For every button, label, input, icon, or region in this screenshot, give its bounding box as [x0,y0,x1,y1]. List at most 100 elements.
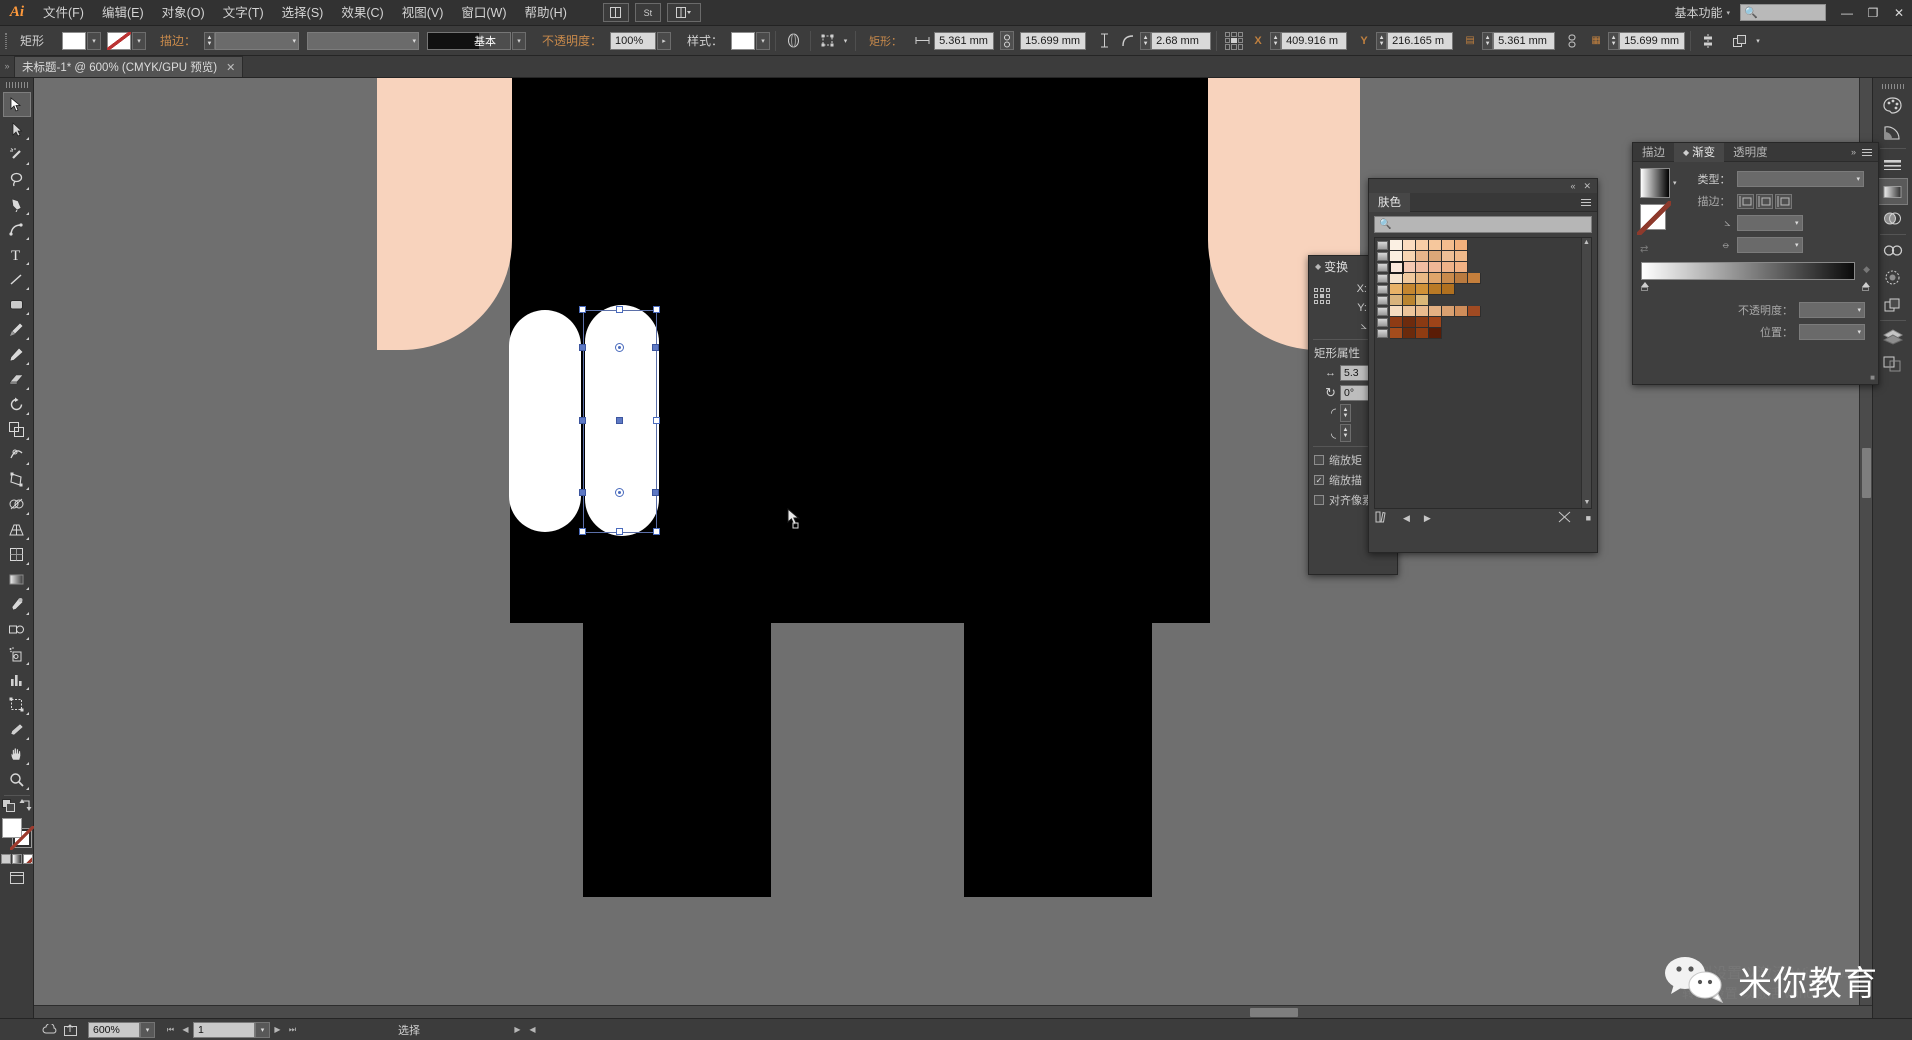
swatch-group-icon[interactable] [1377,307,1388,316]
swatches-scroll-up-icon[interactable]: ▲ [1582,238,1591,248]
swatches-panel-topbar[interactable]: « ✕ [1369,179,1597,193]
swatch-cell[interactable] [1416,295,1429,306]
menu-edit[interactable]: 编辑(E) [93,0,153,26]
opacity-field[interactable]: 100% [610,31,657,50]
corner-radius-widget-bottom[interactable] [615,488,624,497]
status-collapse-icon[interactable]: ◀ [525,1021,540,1039]
gradient-button[interactable] [11,854,22,864]
swatch-cell[interactable] [1390,295,1403,306]
toolbar-grip[interactable] [5,80,28,89]
selection-handle-bm[interactable] [616,528,623,535]
path-anchor-center[interactable] [616,417,623,424]
workspace-caret-icon[interactable]: ▾ [1726,9,1740,17]
stroke-panel-icon[interactable] [1878,151,1908,178]
default-fill-stroke-icon[interactable] [1,799,15,815]
w-dimension-field[interactable]: 5.361 mm [1493,31,1556,50]
rotate-tool[interactable] [3,392,31,417]
swatch-cell[interactable] [1416,328,1429,339]
swatches-scrollbar[interactable]: ▲ ▼ [1581,238,1591,508]
corner-radius-field[interactable]: 2.68 mm [1151,31,1212,50]
swatch-group-icon[interactable] [1377,329,1388,338]
swatch-cell[interactable] [1429,328,1442,339]
symbol-sprayer-tool[interactable] [3,642,31,667]
swatches-search-input[interactable]: 🔍 [1374,216,1592,233]
prev-page-button[interactable]: ◀ [178,1021,193,1039]
swatches-collapse-icon[interactable]: « [1570,181,1575,191]
stock-icon[interactable]: St [634,3,661,22]
transform-caret-icon[interactable]: ▾ [841,32,850,50]
gradient-stop-end[interactable] [1862,282,1870,291]
artboard-tool[interactable] [3,692,31,717]
rectangle-tool[interactable] [3,292,31,317]
path-anchor-right-bottom[interactable] [652,489,659,496]
page-number-field[interactable]: 1 [193,1021,255,1038]
swatch-cell[interactable] [1455,240,1468,251]
swatch-cell[interactable] [1416,306,1429,317]
swatches-close-icon[interactable]: ✕ [1583,181,1591,192]
selection-handle-bl[interactable] [579,528,586,535]
slice-tool[interactable] [3,717,31,742]
layers-panel-icon[interactable] [1878,323,1908,350]
swatch-cell[interactable] [1416,251,1429,262]
type-tool[interactable]: T [3,242,31,267]
scale-rect-checkbox[interactable] [1314,455,1324,465]
swatch-cell[interactable] [1403,317,1416,328]
swatch-cell[interactable] [1429,251,1442,262]
swatch-cell[interactable] [1403,240,1416,251]
color-panel-icon[interactable] [1878,92,1908,119]
tab-transparency[interactable]: 透明度 [1724,143,1777,162]
swatch-cell[interactable] [1429,317,1442,328]
stroke-along-button[interactable] [1755,193,1773,209]
prev-swatch-icon[interactable]: ◀ [1403,513,1410,524]
brush-dropdown-icon[interactable]: ▾ [512,31,527,50]
selection-handle-br[interactable] [653,528,660,535]
swatch-cell[interactable] [1442,251,1455,262]
swatch-cell[interactable] [1429,284,1442,295]
swatch-cell[interactable] [1455,273,1468,284]
swatch-cell[interactable] [1416,262,1429,273]
leg-rect-right[interactable] [964,572,1152,897]
h-dimension-field[interactable]: 15.699 mm [1619,31,1686,50]
gradient-add-stop-icon[interactable]: ◆ [1863,264,1870,275]
swatch-cell[interactable] [1403,295,1416,306]
hand-tool[interactable] [3,742,31,767]
stroke-weight-stepper[interactable]: ▲ ▼ [204,31,216,50]
swatch-group-icon[interactable] [1377,241,1388,250]
swatch-cell[interactable] [1390,273,1403,284]
control-bar-grip[interactable] [0,26,12,56]
menu-object[interactable]: 对象(O) [153,0,214,26]
horizontal-scroll-thumb[interactable] [1250,1008,1298,1017]
brush-definition-dropdown[interactable]: 基本 [427,31,512,50]
share-icon[interactable] [60,1021,82,1039]
link-dimensions-icon[interactable] [1000,31,1015,50]
tab-stroke[interactable]: 描边 [1633,143,1674,162]
line-segment-tool[interactable] [3,267,31,292]
arrange-caret-icon[interactable]: ▾ [1753,32,1763,50]
stroke-within-button[interactable] [1736,193,1754,209]
next-page-button[interactable]: ▶ [270,1021,285,1039]
paintbrush-tool[interactable] [3,317,31,342]
transparency-panel-icon[interactable] [1878,205,1908,232]
fill-stroke-indicator[interactable] [1,818,34,850]
swatch-cell[interactable] [1429,262,1442,273]
swatch-cell[interactable] [1389,261,1404,274]
swatch-cell[interactable] [1403,262,1416,273]
transform-reference-point[interactable] [1314,288,1330,304]
w-stepper[interactable]: ▲ ▼ [1482,31,1494,50]
gradient-menu-icon[interactable] [1862,148,1872,156]
curvature-tool[interactable] [3,217,31,242]
swatch-cell[interactable] [1429,306,1442,317]
swatch-group-icon[interactable] [1377,252,1388,261]
gradient-ratio-dropdown[interactable]: ▾ [1736,237,1803,253]
swatch-cell[interactable] [1390,240,1403,251]
swatch-cell[interactable] [1390,306,1403,317]
search-input[interactable]: 🔍 [1740,4,1826,21]
corner-radius-2-stepper[interactable]: ▲ ▼ [1340,424,1351,442]
width-tool[interactable] [3,442,31,467]
color-button[interactable] [0,854,11,864]
stroke-dropdown-icon[interactable]: ▾ [132,31,147,50]
pathfinder-panel-icon[interactable] [1878,291,1908,318]
menu-file[interactable]: 文件(F) [34,0,93,26]
y-position-field[interactable]: 216.165 m [1387,31,1454,50]
restore-button[interactable]: ❐ [1860,0,1886,26]
